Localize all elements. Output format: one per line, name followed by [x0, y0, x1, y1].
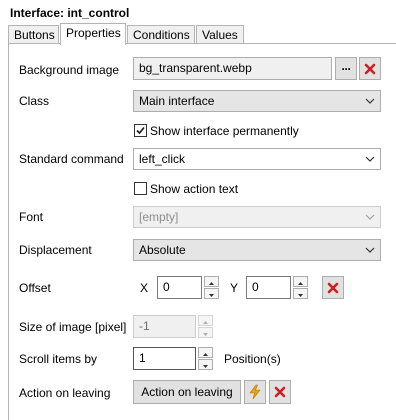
action-on-leaving-button[interactable]: Action on leaving	[133, 380, 241, 404]
show-action-text-label: Show action text	[150, 182, 239, 196]
window-title: Interface: int_control	[10, 6, 130, 20]
image-size-up-button[interactable]	[198, 315, 213, 326]
scroll-items-stepper[interactable]	[198, 347, 213, 370]
arrow-down-icon	[298, 294, 303, 297]
delete-icon	[364, 63, 376, 74]
offset-x-up-button[interactable]	[204, 276, 219, 287]
standard-command-label: Standard command	[19, 152, 124, 166]
check-icon	[136, 126, 145, 135]
class-select[interactable]: Main interface	[133, 90, 381, 112]
displacement-value: Absolute	[139, 243, 186, 257]
font-label: Font	[19, 210, 44, 224]
image-size-stepper[interactable]	[198, 315, 213, 338]
arrow-up-icon	[298, 282, 303, 285]
scroll-items-label: Scroll items by	[19, 352, 98, 366]
edit-action-button[interactable]	[244, 380, 266, 404]
tab-conditions[interactable]: Conditions	[127, 25, 195, 44]
offset-y-down-button[interactable]	[293, 288, 308, 299]
reset-offset-button[interactable]	[322, 276, 344, 299]
image-size-input[interactable]: -1	[133, 315, 196, 338]
scroll-items-up-button[interactable]	[198, 347, 213, 358]
standard-command-value: left_click	[139, 152, 186, 166]
offset-x-label: X	[140, 281, 149, 295]
class-label: Class	[19, 94, 50, 108]
action-on-leaving-label: Action on leaving	[19, 386, 111, 400]
offset-x-stepper[interactable]	[204, 276, 219, 299]
background-image-label: Background image	[19, 63, 120, 77]
delete-icon	[274, 386, 286, 398]
delete-icon	[327, 282, 339, 293]
show-permanently-label: Show interface permanently	[150, 124, 299, 138]
displacement-label: Displacement	[19, 243, 92, 257]
scroll-items-down-button[interactable]	[198, 359, 213, 370]
background-image-field[interactable]: bg_transparent.webp	[133, 57, 332, 80]
image-size-down-button[interactable]	[198, 327, 213, 338]
image-size-label: Size of image [pixel]	[19, 320, 127, 334]
displacement-select[interactable]: Absolute	[133, 239, 381, 261]
offset-y-input[interactable]: 0	[246, 276, 291, 299]
arrow-down-icon	[203, 333, 208, 336]
arrow-down-icon	[209, 294, 214, 297]
browse-button[interactable]: ···	[335, 57, 357, 80]
tab-buttons[interactable]: Buttons	[8, 25, 59, 44]
standard-command-select[interactable]: left_click	[133, 148, 381, 170]
tab-values[interactable]: Values	[196, 25, 244, 44]
offset-x-input[interactable]: 0	[157, 276, 202, 299]
arrow-up-icon	[203, 321, 208, 324]
show-action-text-checkbox[interactable]	[134, 182, 147, 195]
arrow-up-icon	[203, 353, 208, 356]
chevron-down-icon	[365, 156, 375, 162]
clear-background-button[interactable]	[359, 57, 381, 80]
arrow-up-icon	[209, 282, 214, 285]
font-value: [empty]	[139, 210, 179, 224]
font-select[interactable]: [empty]	[133, 206, 381, 228]
show-permanently-checkbox[interactable]	[134, 124, 147, 137]
offset-y-up-button[interactable]	[293, 276, 308, 287]
chevron-down-icon	[365, 214, 375, 220]
chevron-down-icon	[365, 247, 375, 253]
tab-properties[interactable]: Properties	[60, 23, 126, 45]
offset-y-stepper[interactable]	[293, 276, 308, 299]
offset-x-down-button[interactable]	[204, 288, 219, 299]
tab-bar: Buttons Properties Conditions Values	[8, 23, 394, 45]
offset-label: Offset	[19, 281, 51, 295]
clear-action-button[interactable]	[269, 380, 291, 404]
chevron-down-icon	[365, 98, 375, 104]
scroll-items-unit: Position(s)	[224, 352, 281, 366]
scroll-items-input[interactable]: 1	[133, 347, 196, 370]
offset-y-label: Y	[230, 281, 239, 295]
arrow-down-icon	[203, 365, 208, 368]
class-select-value: Main interface	[139, 94, 215, 108]
lightning-icon	[249, 384, 261, 400]
